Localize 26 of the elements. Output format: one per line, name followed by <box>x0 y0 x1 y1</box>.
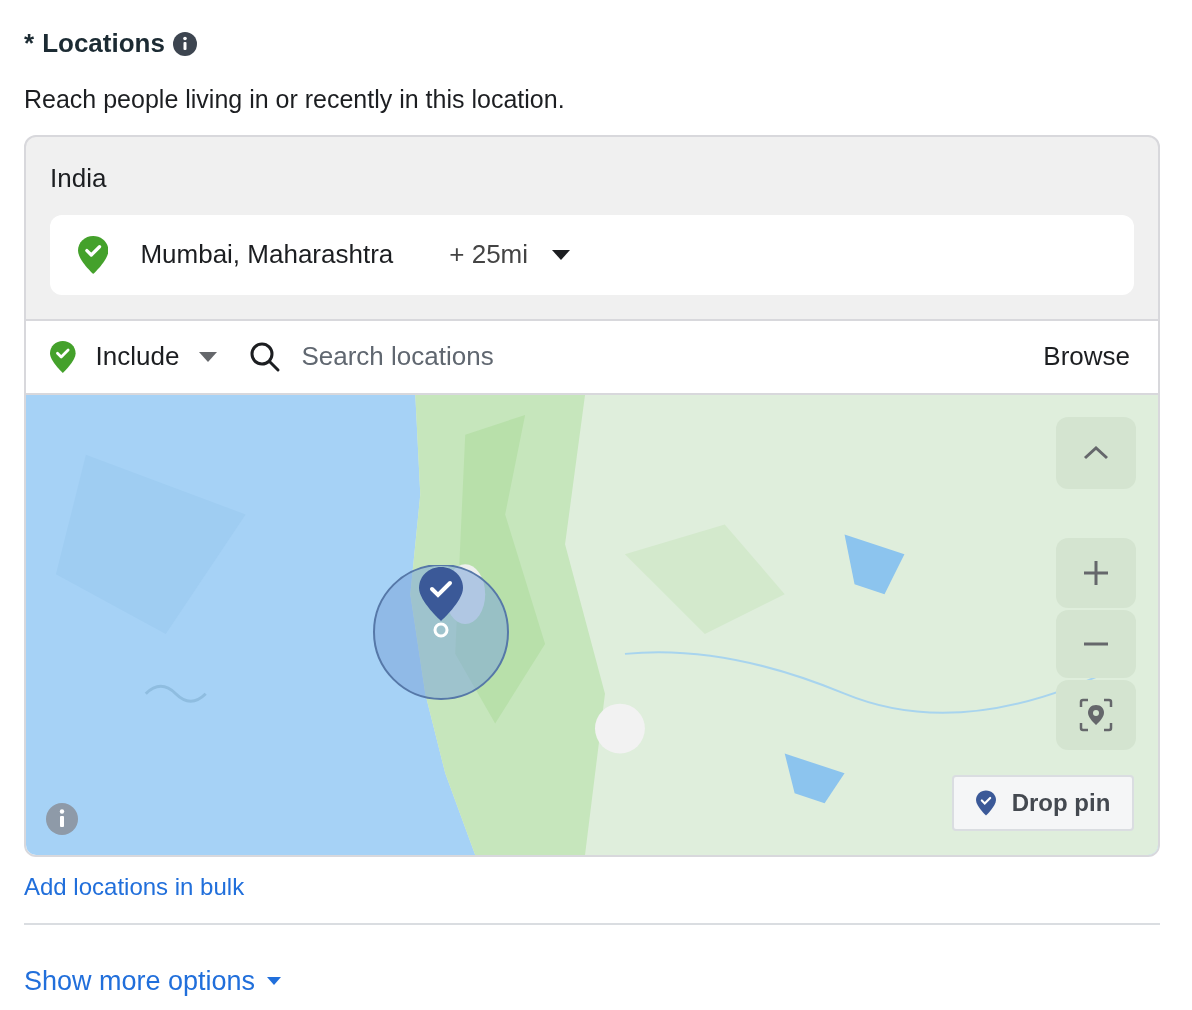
bulk-locations-link[interactable]: Add locations in bulk <box>24 868 245 905</box>
browse-button[interactable]: Browse <box>1043 337 1134 376</box>
zoom-in-button[interactable] <box>1056 537 1136 608</box>
plus-icon <box>1083 559 1109 586</box>
radius-dropdown[interactable]: + 25mi <box>449 235 571 274</box>
pin-check-icon <box>975 789 996 816</box>
required-mark: * <box>24 27 35 60</box>
description: Reach people living in or recently in this location. <box>24 84 566 115</box>
section-title: Locations <box>42 27 165 60</box>
caret-icon <box>199 351 218 362</box>
search-field[interactable]: Search locations <box>301 337 1044 376</box>
include-dropdown[interactable]: Include <box>50 337 218 376</box>
minus-icon <box>1083 641 1109 646</box>
caret-icon <box>267 976 282 985</box>
location-pin-icon <box>78 235 109 274</box>
drop-pin-button[interactable]: Drop pin <box>952 774 1134 831</box>
search-icon <box>249 340 282 373</box>
show-more-options-button[interactable]: Show more options <box>24 960 282 1001</box>
country-label: India <box>50 164 108 191</box>
locate-button[interactable] <box>1056 679 1136 750</box>
caret-icon <box>552 249 571 260</box>
include-pin-icon <box>50 340 76 373</box>
location-name: Mumbai, Maharashtra <box>140 238 394 271</box>
locate-pin-icon <box>1079 697 1113 732</box>
info-icon[interactable] <box>172 31 197 56</box>
chevron-up-icon <box>1083 445 1109 460</box>
